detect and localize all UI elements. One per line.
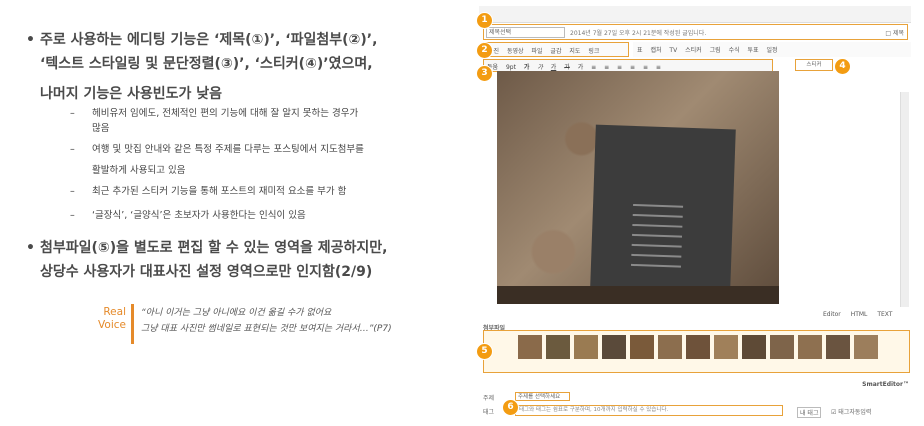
insert-video-button[interactable]: 동영상 [507,46,524,55]
voice-divider [131,304,134,344]
attach-thumbnail[interactable] [602,335,626,359]
editor-photo [497,71,779,297]
sub-item-4: – ‘글장식’, ‘글양식’은 초보자가 사용한다는 인식이 있음 [70,210,306,221]
topic-label: 주제 [483,395,495,402]
badge-2: 2 [477,43,492,58]
attach-thumbnail[interactable] [518,335,542,359]
list-icon[interactable]: ≡ [643,64,648,71]
insert-toolbar[interactable]: 사진 동영상 파일 글감 지도 링크 [483,42,629,57]
align-left-icon[interactable]: ≡ [591,64,596,71]
bold-button[interactable]: 가 [524,62,530,71]
badge-3: 3 [477,66,492,81]
bullet-1-line-2: ‘텍스트 스타일링 및 문단정렬(③)’, ‘스티커(④)’였으며, [40,56,373,72]
slide-text: • 주로 사용하는 에디팅 기능은 ‘제목(①)’, ‘파일첨부(②)’, ‘텍… [0,0,470,426]
bullet-1-line-1: 주로 사용하는 에디팅 기능은 ‘제목(①)’, ‘파일첨부(②)’, [40,32,378,48]
badge-6: 6 [503,400,518,415]
italic-button[interactable]: 가 [537,62,543,71]
bullet-1: • 주로 사용하는 에디팅 기능은 ‘제목(①)’, ‘파일첨부(②)’, ‘텍… [26,28,470,106]
insert-formula-button[interactable]: 수식 [729,45,740,54]
underline-button[interactable]: 가 [551,62,557,71]
sub-item-1: – 헤비유저 임에도, 전체적인 편의 기능에 대해 잘 알지 못하는 경우가 많… [70,108,359,134]
insert-file-button[interactable]: 파일 [531,46,542,55]
editor-top-bar [479,6,911,23]
insert-table-button[interactable]: 표 [637,45,643,54]
font-size-select[interactable]: 9pt [506,64,516,71]
attach-thumbnail[interactable] [714,335,738,359]
insert-map-button[interactable]: 지도 [569,46,580,55]
align-justify-icon[interactable]: ≡ [630,64,635,71]
bullet-2: • 첨부파일(⑤)을 별도로 편집 할 수 있는 영역을 제공하지만, 상당수 … [26,236,470,284]
auto-tag-checkbox[interactable]: ☑ 태그자동입력 [831,407,871,416]
attachment-area[interactable] [483,330,910,373]
insert-schedule-button[interactable]: 일정 [767,45,778,54]
tag-input[interactable]: 태그와 태그는 쉼표로 구분하며, 10개까지 입력하실 수 있습니다. [515,405,783,416]
attach-thumbnail[interactable] [854,335,878,359]
badge-5: 5 [477,344,492,359]
indent-icon[interactable]: ≡ [656,64,661,71]
smart-editor-logo: SmartEditor™ [862,381,909,388]
badge-1: 1 [477,13,492,28]
attach-thumbnail[interactable] [574,335,598,359]
title-select[interactable]: 제목선택 [486,27,565,38]
attach-header: 첨부파일 [483,325,506,332]
bullet-1-line-3: 나머지 기능은 사용빈도가 낮음 [40,86,223,102]
topic-select[interactable]: 주제를 선택하세요 [515,392,570,401]
bullet-2-line-1: 첨부파일(⑤)을 별도로 편집 할 수 있는 영역을 제공하지만, [40,240,388,256]
bullet-2-line-2: 상당수 사용자가 대표사진 설정 영역으로만 인지함(2/9) [40,264,373,280]
insert-drawing-button[interactable]: 그림 [710,45,721,54]
title-input[interactable]: 2014년 7월 27일 오후 2시 21분에 작성된 글입니다. [570,28,706,37]
bullet-dot-icon: • [26,240,35,256]
attach-thumbnail[interactable] [798,335,822,359]
insert-tv-button[interactable]: TV [669,47,677,54]
insert-vote-button[interactable]: 투표 [748,45,759,54]
insert-sticker-button[interactable]: 스티커 [685,45,702,54]
attach-thumbnail[interactable] [742,335,766,359]
real-voice-label: Real Voice [98,306,126,331]
insert-material-button[interactable]: 글감 [550,46,561,55]
attach-thumbnail[interactable] [826,335,850,359]
font-color-button[interactable]: 가 [578,62,584,71]
insert-toolbar-2[interactable]: 표 캡처 TV 스티커 그림 수식 투표 일정 [633,42,911,57]
insert-link-button[interactable]: 링크 [588,46,599,55]
tab-text[interactable]: TEXT [877,311,892,318]
attach-thumbnail[interactable] [546,335,570,359]
tab-editor[interactable]: Editor [823,311,841,318]
voice-quote: “아니 이거는 그냥 아니에요 이건 옮길 수가 없어요 그냥 대표 사진만 썸… [141,308,392,334]
sticker-button[interactable]: 스티커 [795,59,833,71]
bullet-dot-icon: • [26,32,35,48]
badge-4: 4 [835,59,850,74]
title-checkbox[interactable]: □ 제목 [885,28,904,37]
attach-thumbnail[interactable] [686,335,710,359]
editor-scrollbar[interactable] [900,92,909,307]
editor-screenshot: 제목선택 2014년 7월 27일 오후 2시 21분에 작성된 글입니다. □… [475,6,915,426]
align-center-icon[interactable]: ≡ [604,64,609,71]
editor-mode-tabs: Editor HTML TEXT [815,311,892,318]
sub-item-3: – 최근 추가된 스티커 기능을 통해 포스트의 재미적 요소를 부가 함 [70,186,347,197]
align-right-icon[interactable]: ≡ [617,64,622,71]
attach-thumbnail[interactable] [770,335,794,359]
editor-photo-2 [497,286,779,304]
tag-label: 태그 [483,409,495,416]
book-image [590,124,736,292]
my-tag-button[interactable]: 내 태그 [797,407,822,418]
attach-thumbnail[interactable] [630,335,654,359]
sub-item-2: – 여행 및 맛집 안내와 같은 특정 주제를 다루는 포스팅에서 지도첨부를 활… [70,144,364,176]
title-area[interactable]: 제목선택 2014년 7월 27일 오후 2시 21분에 작성된 글입니다. □… [483,24,908,40]
tab-html[interactable]: HTML [851,311,868,318]
attach-thumbnail[interactable] [658,335,682,359]
insert-capture-button[interactable]: 캡처 [650,45,661,54]
strike-button[interactable]: 가 [564,62,570,71]
